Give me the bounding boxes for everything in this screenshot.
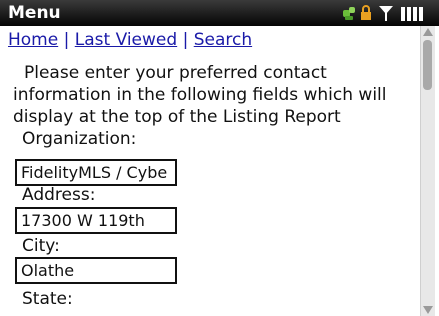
- status-icons-svg: [343, 5, 423, 21]
- signal-bars-icon: [401, 7, 423, 21]
- nav-separator: |: [63, 30, 70, 50]
- content-area: Home | Last Viewed | Search Please enter…: [0, 26, 418, 316]
- lock-icon: [361, 5, 371, 20]
- scrollbar[interactable]: [420, 26, 435, 316]
- network-icon: [343, 7, 355, 20]
- organization-field[interactable]: FidelityMLS / Cybe: [15, 159, 177, 186]
- intro-line-1: Please enter your preferred contact: [24, 63, 327, 83]
- last-viewed-link[interactable]: Last Viewed: [75, 30, 177, 50]
- organization-label: Organization:: [22, 129, 137, 149]
- intro-line-2: information in the following fields whic…: [13, 85, 387, 105]
- search-link[interactable]: Search: [194, 30, 252, 50]
- scroll-up-icon[interactable]: [423, 28, 433, 36]
- scroll-thumb[interactable]: [423, 40, 432, 90]
- home-link[interactable]: Home: [8, 30, 58, 50]
- city-label: City:: [22, 236, 60, 256]
- menu-title[interactable]: Menu: [8, 2, 61, 24]
- status-icons: [343, 4, 429, 22]
- scroll-down-icon[interactable]: [423, 306, 433, 314]
- city-field[interactable]: Olathe: [15, 257, 177, 284]
- antenna-icon: [379, 6, 393, 21]
- state-label: State:: [22, 289, 73, 309]
- status-bar: Menu: [0, 0, 439, 26]
- nav-separator: |: [182, 30, 189, 50]
- intro-text: Please enter your preferred contact info…: [13, 62, 418, 128]
- address-label: Address:: [22, 185, 96, 205]
- address-field[interactable]: 17300 W 119th: [15, 207, 177, 234]
- intro-line-3: display at the top of the Listing Report: [13, 107, 341, 127]
- nav-links: Home | Last Viewed | Search: [8, 27, 252, 53]
